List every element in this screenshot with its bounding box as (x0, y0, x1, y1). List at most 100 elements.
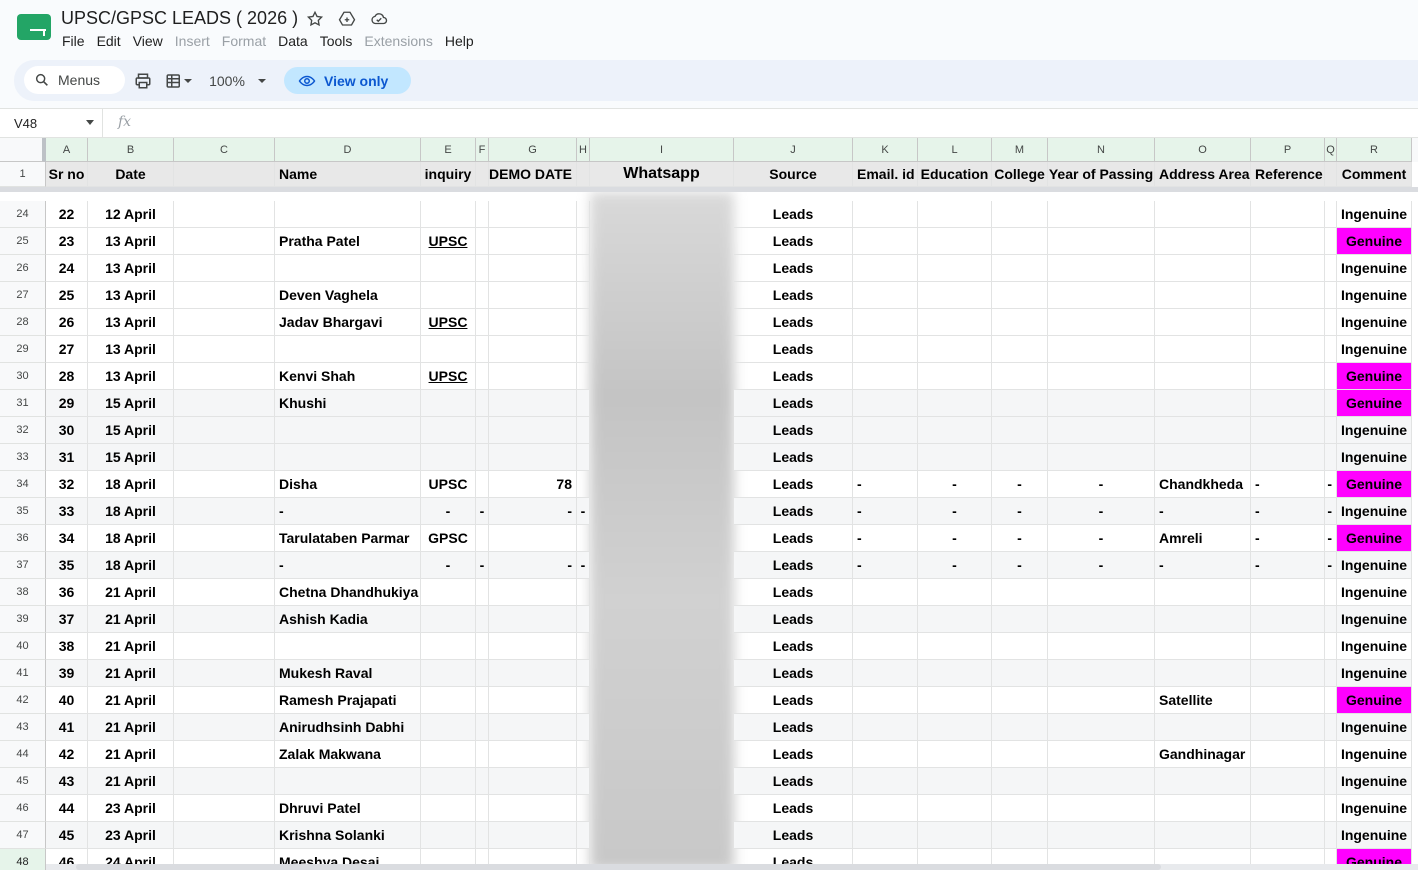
cell-f-38[interactable] (476, 579, 489, 606)
cell-e-27[interactable] (421, 282, 476, 309)
column-header-d[interactable]: D (275, 138, 421, 162)
cell-r-35[interactable]: Ingenuine (1337, 498, 1412, 525)
cell-g-32[interactable] (489, 417, 577, 444)
header-cell[interactable]: Education (918, 162, 992, 187)
cell-o-40[interactable] (1155, 633, 1251, 660)
cell-m-43[interactable] (992, 714, 1048, 741)
cell-j-41[interactable]: Leads (734, 660, 853, 687)
sheets-logo-icon[interactable] (17, 14, 51, 42)
cell-e-47[interactable] (421, 822, 476, 849)
cell-c-47[interactable] (174, 822, 275, 849)
cell-r-45[interactable]: Ingenuine (1337, 768, 1412, 795)
cell-c-44[interactable] (174, 741, 275, 768)
cell-h-44[interactable] (577, 741, 590, 768)
cell-j-44[interactable]: Leads (734, 741, 853, 768)
column-header-p[interactable]: P (1251, 138, 1325, 162)
cell-f-41[interactable] (476, 660, 489, 687)
cell-b-46[interactable]: 23 April (88, 795, 174, 822)
cell-a-32[interactable]: 30 (46, 417, 88, 444)
cell-a-41[interactable]: 39 (46, 660, 88, 687)
cell-h-37[interactable]: - (577, 552, 590, 579)
cell-e-25[interactable]: UPSC (421, 228, 476, 255)
column-header-o[interactable]: O (1155, 138, 1251, 162)
cell-j-25[interactable]: Leads (734, 228, 853, 255)
cell-l-40[interactable] (918, 633, 992, 660)
cell-h-45[interactable] (577, 768, 590, 795)
cell-j-45[interactable]: Leads (734, 768, 853, 795)
cell-d-32[interactable] (275, 417, 421, 444)
cell-p-46[interactable] (1251, 795, 1325, 822)
cell-o-28[interactable] (1155, 309, 1251, 336)
cell-p-32[interactable] (1251, 417, 1325, 444)
select-all-corner[interactable] (0, 138, 46, 162)
row-header[interactable]: 29 (0, 336, 46, 363)
cell-f-37[interactable]: - (476, 552, 489, 579)
cell-o-36[interactable]: Amreli (1155, 525, 1251, 552)
row-header[interactable]: 35 (0, 498, 46, 525)
cell-c-42[interactable] (174, 687, 275, 714)
cell-l-47[interactable] (918, 822, 992, 849)
cell-a-47[interactable]: 45 (46, 822, 88, 849)
cell-r-27[interactable]: Ingenuine (1337, 282, 1412, 309)
cell-h-39[interactable] (577, 606, 590, 633)
cell-k-30[interactable] (853, 363, 918, 390)
cell-h-47[interactable] (577, 822, 590, 849)
cell-c-34[interactable] (174, 471, 275, 498)
cell-n-32[interactable] (1048, 417, 1155, 444)
cell-r-39[interactable]: Ingenuine (1337, 606, 1412, 633)
cell-h-27[interactable] (577, 282, 590, 309)
cell-d-42[interactable]: Ramesh Prajapati (275, 687, 421, 714)
cell-k-25[interactable] (853, 228, 918, 255)
cell-b-37[interactable]: 18 April (88, 552, 174, 579)
cell-l-39[interactable] (918, 606, 992, 633)
cell-g-30[interactable] (489, 363, 577, 390)
cell-q-47[interactable] (1325, 822, 1337, 849)
cell-k-33[interactable] (853, 444, 918, 471)
cell-r-40[interactable]: Ingenuine (1337, 633, 1412, 660)
cell-g-43[interactable] (489, 714, 577, 741)
cell-h-46[interactable] (577, 795, 590, 822)
cell-j-36[interactable]: Leads (734, 525, 853, 552)
horizontal-scrollbar[interactable] (46, 864, 1418, 870)
menu-file[interactable]: File (56, 32, 91, 50)
cell-d-33[interactable] (275, 444, 421, 471)
cell-e-28[interactable]: UPSC (421, 309, 476, 336)
cell-p-28[interactable] (1251, 309, 1325, 336)
cell-e-40[interactable] (421, 633, 476, 660)
header-cell[interactable] (476, 162, 489, 187)
cell-c-46[interactable] (174, 795, 275, 822)
cell-p-31[interactable] (1251, 390, 1325, 417)
cell-n-34[interactable]: - (1048, 471, 1155, 498)
cell-d-29[interactable] (275, 336, 421, 363)
cell-q-27[interactable] (1325, 282, 1337, 309)
cell-g-46[interactable] (489, 795, 577, 822)
row-header[interactable]: 28 (0, 309, 46, 336)
star-icon[interactable] (304, 9, 326, 29)
cell-c-39[interactable] (174, 606, 275, 633)
cell-f-39[interactable] (476, 606, 489, 633)
cell-h-30[interactable] (577, 363, 590, 390)
cell-a-25[interactable]: 23 (46, 228, 88, 255)
cell-p-47[interactable] (1251, 822, 1325, 849)
cell-k-29[interactable] (853, 336, 918, 363)
cell-c-24[interactable] (174, 201, 275, 228)
cell-r-31[interactable]: Genuine (1337, 390, 1412, 417)
cell-a-27[interactable]: 25 (46, 282, 88, 309)
cell-l-38[interactable] (918, 579, 992, 606)
header-cell[interactable]: Sr no (46, 162, 88, 187)
cell-q-24[interactable] (1325, 201, 1337, 228)
cell-j-33[interactable]: Leads (734, 444, 853, 471)
header-cell[interactable]: College (992, 162, 1048, 187)
cell-j-37[interactable]: Leads (734, 552, 853, 579)
cell-k-40[interactable] (853, 633, 918, 660)
cell-n-27[interactable] (1048, 282, 1155, 309)
cell-a-26[interactable]: 24 (46, 255, 88, 282)
cell-c-30[interactable] (174, 363, 275, 390)
cell-a-34[interactable]: 32 (46, 471, 88, 498)
cell-e-36[interactable]: GPSC (421, 525, 476, 552)
cell-a-40[interactable]: 38 (46, 633, 88, 660)
row-header[interactable]: 38 (0, 579, 46, 606)
column-header-a[interactable]: A (46, 138, 88, 162)
column-header-b[interactable]: B (88, 138, 174, 162)
header-cell[interactable]: Address Area (1155, 162, 1251, 187)
